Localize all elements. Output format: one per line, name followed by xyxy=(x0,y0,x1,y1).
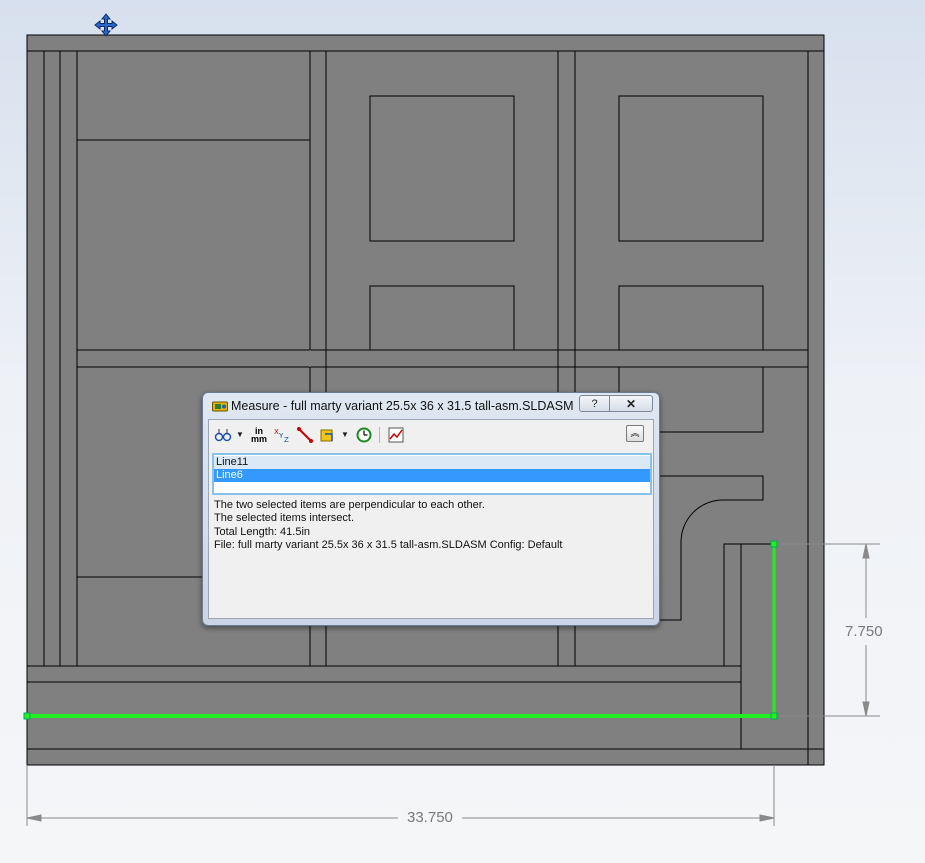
measure-tool-icon xyxy=(212,401,228,412)
selection-item[interactable]: Line6 xyxy=(214,469,650,482)
dialog-title: Measure - full marty variant 25.5x 36 x … xyxy=(231,399,574,413)
arc-circle-measurement-icon[interactable] xyxy=(214,426,232,444)
selection-list[interactable]: Line11 Line6 xyxy=(212,453,652,495)
close-button[interactable]: ✕ xyxy=(609,395,653,412)
horizontal-dimension xyxy=(26,765,775,826)
result-line: Total Length: 41.5in xyxy=(214,525,311,538)
measure-toolbar: ▼ in mm X Y Z ▼ ︽ xyxy=(209,420,653,450)
result-line: File: full marty variant 25.5x 36 x 31.5… xyxy=(214,538,563,551)
dialog-body: ▼ in mm X Y Z ▼ ︽ Line11 Line6 The two s… xyxy=(208,419,654,619)
point-to-point-icon[interactable] xyxy=(296,426,314,444)
endpoint-marker xyxy=(23,712,31,720)
result-line: The selected items intersect. xyxy=(214,512,355,525)
horizontal-dimension-value[interactable]: 33.750 xyxy=(407,809,453,826)
vertical-dimension-value[interactable]: 7.750 xyxy=(845,623,883,640)
projection-dropdown[interactable]: ▼ xyxy=(341,426,349,444)
help-button[interactable]: ? xyxy=(579,395,610,412)
xyz-measure-icon[interactable]: X Y Z xyxy=(273,426,291,444)
measurement-results: The two selected items are perpendicular… xyxy=(214,499,650,552)
projection-icon[interactable] xyxy=(319,426,337,444)
measurement-history-icon[interactable] xyxy=(355,426,373,444)
units-precision-icon[interactable]: in mm xyxy=(250,426,268,445)
collapse-button[interactable]: ︽ xyxy=(626,425,644,442)
endpoint-marker xyxy=(770,540,778,548)
measure-dialog[interactable]: Measure - full marty variant 25.5x 36 x … xyxy=(202,392,660,626)
result-line: The two selected items are perpendicular… xyxy=(214,499,485,511)
endpoint-marker xyxy=(770,712,778,720)
selection-item[interactable]: Line11 xyxy=(214,456,650,469)
toolbar-separator xyxy=(379,427,380,443)
create-sensor-icon[interactable] xyxy=(387,426,405,444)
move-cursor-icon xyxy=(94,13,118,37)
dialog-titlebar[interactable]: Measure - full marty variant 25.5x 36 x … xyxy=(203,393,659,419)
arc-options-dropdown[interactable]: ▼ xyxy=(236,426,244,444)
svg-text:Z: Z xyxy=(284,436,289,444)
